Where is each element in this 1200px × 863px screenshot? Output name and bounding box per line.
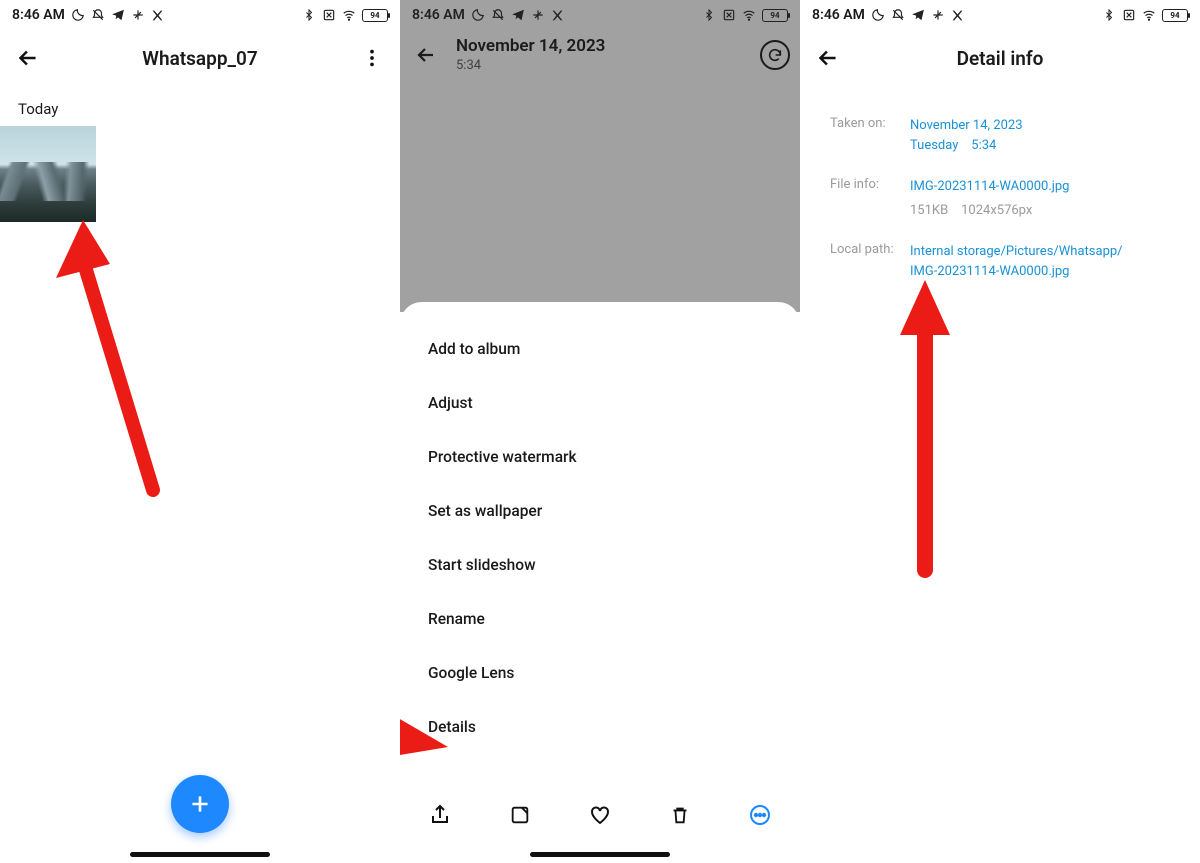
photo-thumbnail[interactable] [0,126,96,222]
detail-body: Taken on: November 14, 2023 Tuesday 5:34… [800,86,1200,323]
bluetooth-icon [1102,8,1116,22]
dnd-icon [491,8,505,22]
more-button[interactable] [354,40,390,76]
action-sheet: Add to album Adjust Protective watermark… [400,312,800,863]
bluetooth-icon [302,8,316,22]
screen-photo-viewer: 8:46 AM 94 November 14, 2023 5:34 [400,0,800,863]
status-bar: 8:46 AM [0,0,400,30]
menu-watermark[interactable]: Protective watermark [400,430,800,484]
file-info-label: File info: [830,177,910,220]
local-path-line1: Internal storage/Pictures/Whatsapp/ [910,242,1170,262]
x-icon [551,8,565,22]
no-sim-icon [322,8,336,22]
share-button[interactable] [427,802,453,828]
detail-title: Detail info [856,47,1144,70]
status-time: 8:46 AM [12,7,65,23]
menu-add-to-album[interactable]: Add to album [400,322,800,376]
taken-on-day: Tuesday [910,138,958,153]
pinwheel-icon [131,8,145,22]
viewer-preview-area: 8:46 AM 94 November 14, 2023 5:34 [400,0,800,312]
row-file-info: File info: IMG-20231114-WA0000.jpg 151KB… [830,177,1170,220]
viewer-date: November 14, 2023 [456,36,605,56]
edit-button[interactable] [507,802,533,828]
file-name: IMG-20231114-WA0000.jpg [910,177,1170,197]
no-sim-icon [722,8,736,22]
battery-icon: 94 [762,9,788,22]
menu-start-slideshow[interactable]: Start slideshow [400,538,800,592]
back-button[interactable] [810,40,846,76]
row-local-path: Local path: Internal storage/Pictures/Wh… [830,242,1170,281]
status-time: 8:46 AM [412,7,465,23]
fab-add[interactable] [171,775,229,833]
menu-details[interactable]: Details [400,700,800,754]
battery-level: 94 [770,11,779,20]
annotation-arrow-3 [895,280,955,580]
dnd-icon [91,8,105,22]
home-indicator[interactable] [530,852,670,857]
sync-button[interactable] [760,40,790,70]
menu-rename[interactable]: Rename [400,592,800,646]
taken-on-time: 5:34 [971,138,996,153]
file-size: 151KB [910,203,948,218]
telegram-icon [511,8,525,22]
telegram-icon [111,8,125,22]
delete-button[interactable] [667,802,693,828]
status-bar: 8:46 AM 94 [800,0,1200,30]
section-today: Today [0,86,400,126]
album-header: Whatsapp_07 [0,30,400,86]
wifi-icon [1142,8,1156,22]
battery-level: 94 [370,11,379,20]
battery-level: 94 [1170,11,1179,20]
pinwheel-icon [531,8,545,22]
status-time: 8:46 AM [812,7,865,23]
viewer-header: November 14, 2023 5:34 [400,30,800,73]
back-button[interactable] [10,40,46,76]
more-button[interactable] [747,802,773,828]
moon-icon [471,8,485,22]
detail-header: Detail info [800,30,1200,86]
bluetooth-icon [702,8,716,22]
x-icon [151,8,165,22]
screen-detail-info: 8:46 AM 94 Detail info Taken on: Novembe… [800,0,1200,863]
back-button[interactable] [410,43,442,67]
row-taken-on: Taken on: November 14, 2023 Tuesday 5:34 [830,116,1170,155]
pinwheel-icon [931,8,945,22]
status-bar: 8:46 AM 94 [400,0,800,30]
local-path-label: Local path: [830,242,910,281]
menu-adjust[interactable]: Adjust [400,376,800,430]
dnd-icon [891,8,905,22]
battery-icon: 94 [362,9,388,22]
annotation-arrow-1 [48,220,178,510]
favorite-button[interactable] [587,802,613,828]
menu-google-lens[interactable]: Google Lens [400,646,800,700]
home-indicator[interactable] [130,852,270,857]
wifi-icon [342,8,356,22]
album-title: Whatsapp_07 [56,47,344,70]
screen-album: 8:46 AM [0,0,400,863]
viewer-bottom-bar [400,787,800,843]
x-icon [951,8,965,22]
moon-icon [71,8,85,22]
viewer-time: 5:34 [456,58,605,73]
no-sim-icon [1122,8,1136,22]
local-path-line2: IMG-20231114-WA0000.jpg [910,262,1170,282]
wifi-icon [742,8,756,22]
taken-on-date: November 14, 2023 [910,116,1170,136]
battery-icon: 94 [1162,9,1188,22]
file-dimensions: 1024x576px [961,203,1032,218]
telegram-icon [911,8,925,22]
taken-on-label: Taken on: [830,116,910,155]
menu-set-wallpaper[interactable]: Set as wallpaper [400,484,800,538]
moon-icon [871,8,885,22]
